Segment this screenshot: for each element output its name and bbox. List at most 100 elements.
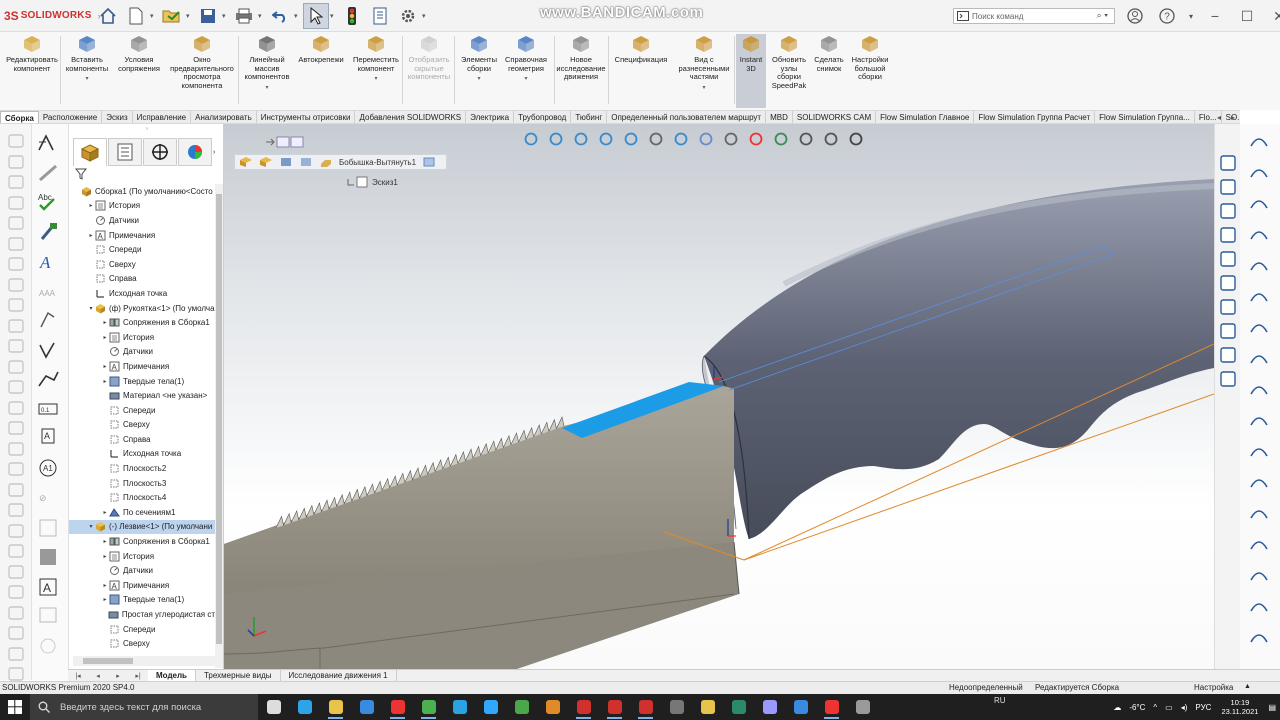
repair-icon[interactable]: [6, 522, 26, 540]
file-properties-icon[interactable]: [367, 3, 393, 29]
property-manager-tab-icon[interactable]: [108, 138, 142, 166]
command-show-hidden-button[interactable]: Отобразить скрытые компоненты: [404, 34, 454, 82]
expand-toggle-icon[interactable]: ▸: [101, 538, 109, 545]
expand-toggle-icon[interactable]: ▸: [87, 232, 95, 239]
print-dropdown-icon[interactable]: ▾: [258, 12, 266, 20]
offset-icon[interactable]: [6, 378, 26, 396]
zoom-to-fit-icon[interactable]: [545, 130, 567, 148]
linear-note-icon[interactable]: [36, 309, 62, 331]
tab-10[interactable]: Определенный пользователем маршрут: [607, 111, 767, 123]
tree-item[interactable]: ▸ A Примечания: [69, 359, 215, 374]
fillet-icon[interactable]: [6, 337, 26, 355]
sketch-label[interactable]: Эскиз1: [372, 178, 398, 187]
apply-scene-icon[interactable]: [770, 130, 792, 148]
face-crumb-icon[interactable]: [299, 156, 313, 168]
tree-item[interactable]: Датчики: [69, 563, 215, 578]
last-tab-icon[interactable]: ▸|: [128, 672, 148, 680]
instant2d-icon[interactable]: [6, 604, 26, 622]
tab-14[interactable]: Flow Simulation Группа Расчет: [974, 111, 1096, 123]
undo-icon[interactable]: [267, 3, 293, 29]
expand-toggle-icon[interactable]: ▸: [101, 319, 109, 326]
extrude-icon[interactable]: [319, 156, 333, 168]
select-filter-icon[interactable]: [276, 136, 290, 148]
weld-symbol-icon[interactable]: [36, 368, 62, 390]
extend-icon[interactable]: [6, 419, 26, 437]
altium-icon[interactable]: [506, 694, 537, 720]
command-snapshot-button[interactable]: Сделать снимок: [812, 34, 846, 73]
revision-cloud-icon[interactable]: [36, 634, 62, 656]
text-icon[interactable]: [6, 173, 26, 191]
bounding-box-icon[interactable]: [1246, 626, 1272, 648]
solidworks-app-icon[interactable]: [568, 694, 599, 720]
hatch-icon[interactable]: [36, 545, 62, 567]
view-orientation-icon[interactable]: [520, 130, 542, 148]
body-crumb-icon[interactable]: [279, 156, 293, 168]
center-mark-icon[interactable]: [36, 516, 62, 538]
tab-3d-views[interactable]: Трехмерные виды: [196, 670, 281, 681]
expand-toggle-icon[interactable]: ▸: [101, 582, 109, 589]
tab-scroll-left-icon[interactable]: ◂: [1217, 113, 1221, 122]
home-icon[interactable]: [95, 3, 121, 29]
expand-toggle-icon[interactable]: ▸: [101, 334, 109, 341]
hole-callout-icon[interactable]: ⊘: [36, 486, 62, 508]
options-dropdown-icon[interactable]: ▾: [422, 12, 430, 20]
tab-1[interactable]: Расположение: [39, 111, 103, 123]
tree-item[interactable]: Датчики: [69, 345, 215, 360]
toolbox-icon[interactable]: [1217, 344, 1239, 366]
edge-icon[interactable]: [289, 694, 320, 720]
command-dropdown-icon[interactable]: ▾: [702, 84, 705, 93]
relations-icon[interactable]: [6, 501, 26, 519]
arrow-icon[interactable]: [264, 136, 276, 148]
visual-studio-icon[interactable]: [785, 694, 816, 720]
command-dropdown-icon[interactable]: ▾: [524, 75, 527, 84]
undo-dropdown-icon[interactable]: ▾: [294, 12, 302, 20]
point-tool-icon[interactable]: [1246, 378, 1272, 400]
graphics-area[interactable]: Бобышка-Вытянуть1 Эскиз1: [224, 124, 1214, 670]
grid-icon[interactable]: [6, 583, 26, 601]
photoshop-icon[interactable]: [475, 694, 506, 720]
3d-content-icon[interactable]: [1217, 368, 1239, 390]
command-move-component-button[interactable]: Переместить компонент ▾: [348, 34, 404, 84]
prev-tab-icon[interactable]: ◂: [88, 672, 108, 680]
new-document-icon[interactable]: [123, 3, 149, 29]
first-tab-icon[interactable]: |◂: [68, 672, 88, 680]
tree-item[interactable]: Сверху: [69, 418, 215, 433]
fillet-tool-icon[interactable]: [1246, 130, 1272, 152]
cube-tool-icon[interactable]: [1246, 440, 1272, 462]
minimize-icon[interactable]: −: [1202, 3, 1228, 29]
expand-toggle-icon[interactable]: ▾: [87, 305, 95, 312]
slot-icon[interactable]: [6, 296, 26, 314]
tab-motion-study[interactable]: Исследование движения 1: [281, 670, 397, 681]
configuration-manager-tab-icon[interactable]: [143, 138, 177, 166]
display-style-icon[interactable]: [695, 130, 717, 148]
tree-vertical-scrollbar[interactable]: [215, 184, 223, 668]
file-explorer-app-icon[interactable]: [320, 694, 351, 720]
command-preview-window-button[interactable]: Окно предварительного просмотра компонен…: [166, 34, 238, 90]
mindmap-icon[interactable]: [537, 694, 568, 720]
select-dropdown-icon[interactable]: ▾: [330, 12, 338, 20]
chrome-icon[interactable]: [413, 694, 444, 720]
tab-6[interactable]: Добавления SOLIDWORKS: [355, 111, 467, 123]
tree-item[interactable]: ▾ (ф) Рукоятка<1> (По умолча: [69, 301, 215, 316]
face-select-icon[interactable]: [422, 156, 436, 168]
filter-icon[interactable]: [74, 168, 215, 180]
command-insert-components-button[interactable]: Вставить компоненты ▾: [62, 34, 112, 84]
tree-item[interactable]: ▸ История: [69, 549, 215, 564]
command-instant3d-button[interactable]: Instant 3D: [736, 34, 766, 108]
tab-0[interactable]: Сборка: [0, 111, 39, 123]
taskbar-search-input[interactable]: Введите здесь текст для поиска: [30, 694, 258, 720]
units-dropdown-icon[interactable]: ▲: [1244, 683, 1251, 690]
expand-toggle-icon[interactable]: ▾: [87, 523, 95, 530]
tab-model[interactable]: Модель: [148, 670, 196, 681]
tab-8[interactable]: Трубопровод: [514, 111, 572, 123]
tree-item[interactable]: ▸ История: [69, 199, 215, 214]
task-view-icon[interactable]: [258, 694, 289, 720]
user-account-icon[interactable]: [1122, 3, 1148, 29]
model-canvas[interactable]: [224, 124, 1214, 670]
view-settings-icon[interactable]: [795, 130, 817, 148]
tab-7[interactable]: Электрика: [466, 111, 515, 123]
arc-icon[interactable]: [6, 255, 26, 273]
tree-item[interactable]: ▸ Твердые тела(1): [69, 593, 215, 608]
command-dropdown-icon[interactable]: ▾: [477, 75, 480, 84]
assembly-crumb-icon[interactable]: [239, 156, 253, 168]
